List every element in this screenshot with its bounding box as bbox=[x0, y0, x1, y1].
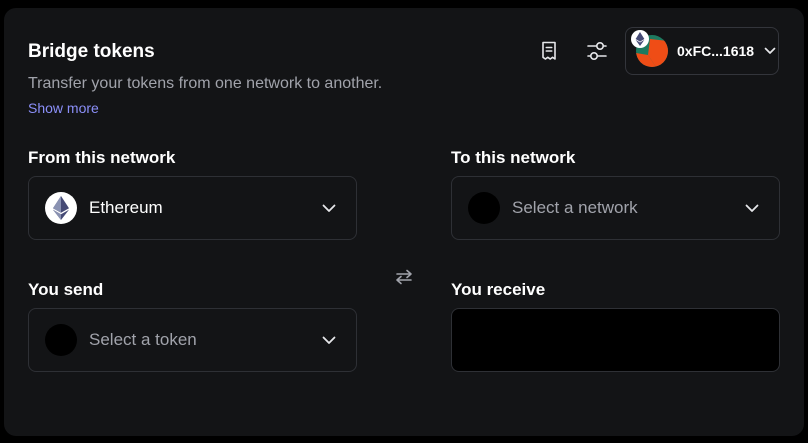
sliders-icon bbox=[587, 41, 607, 61]
swap-button[interactable] bbox=[393, 266, 415, 288]
you-receive-label: You receive bbox=[451, 280, 546, 299]
receive-amount-field bbox=[451, 308, 780, 372]
wallet-avatar bbox=[631, 30, 668, 67]
chevron-down-icon bbox=[322, 204, 336, 212]
wallet-address: 0xFC...1618 bbox=[677, 43, 755, 59]
wallet-button[interactable]: 0xFC...1618 bbox=[625, 27, 779, 75]
ethereum-icon bbox=[45, 192, 77, 224]
chevron-down-icon bbox=[764, 47, 776, 54]
from-network-select[interactable]: Ethereum bbox=[28, 176, 357, 240]
chevron-down-icon bbox=[322, 336, 336, 344]
to-network-label: To this network bbox=[451, 148, 576, 167]
token-placeholder-icon bbox=[45, 324, 77, 356]
chevron-down-icon bbox=[745, 204, 759, 212]
token-select[interactable]: Select a token bbox=[28, 308, 357, 372]
settings-button[interactable] bbox=[584, 38, 610, 64]
from-network-value: Ethereum bbox=[89, 198, 163, 217]
swap-arrows-icon bbox=[396, 269, 412, 285]
token-placeholder: Select a token bbox=[89, 330, 197, 349]
you-send-label: You send bbox=[28, 280, 104, 299]
ethereum-icon bbox=[631, 30, 649, 48]
to-network-placeholder: Select a network bbox=[512, 198, 638, 217]
history-button[interactable] bbox=[536, 38, 562, 64]
to-network-select[interactable]: Select a network bbox=[451, 176, 780, 240]
receipt-icon bbox=[542, 41, 556, 60]
bridge-card: Bridge tokens Transfer your tokens from … bbox=[4, 8, 804, 436]
page-subtitle: Transfer your tokens from one network to… bbox=[28, 75, 383, 92]
network-placeholder-icon bbox=[468, 192, 500, 224]
show-more-link[interactable]: Show more bbox=[28, 100, 99, 116]
page-title: Bridge tokens bbox=[28, 41, 155, 62]
from-network-label: From this network bbox=[28, 148, 176, 167]
